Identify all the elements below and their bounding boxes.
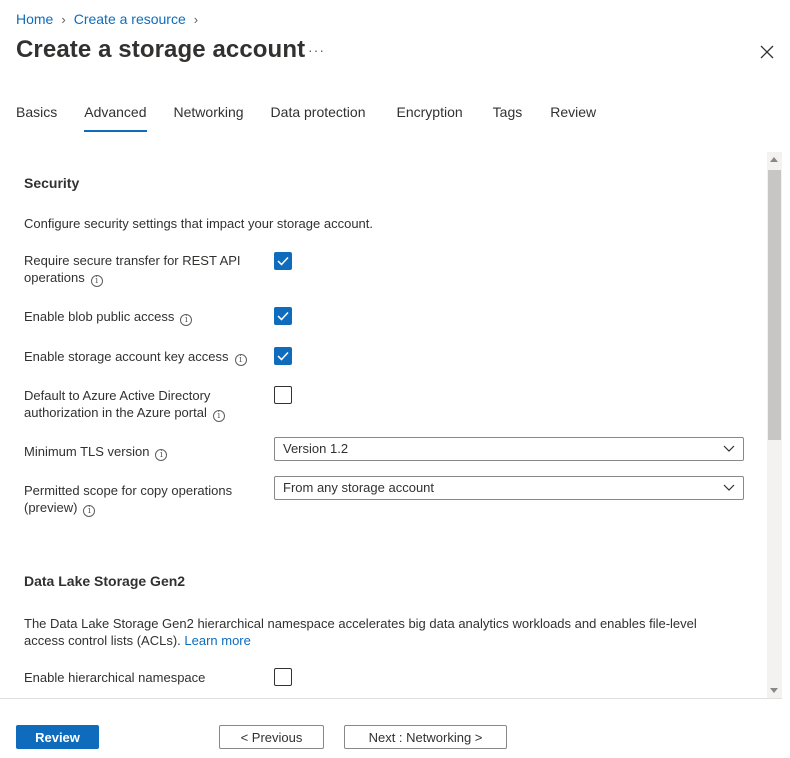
tab-review[interactable]: Review xyxy=(550,104,596,132)
learn-more-link[interactable]: Learn more xyxy=(184,633,250,648)
security-section-title: Security xyxy=(24,175,80,191)
tab-advanced[interactable]: Advanced xyxy=(84,104,147,132)
tab-encryption[interactable]: Encryption xyxy=(397,104,463,132)
tab-tags[interactable]: Tags xyxy=(493,104,523,132)
info-icon[interactable]: i xyxy=(212,410,225,422)
hns-label: Enable hierarchical namespace xyxy=(24,670,206,685)
tab-bar: Basics Advanced Networking Data protecti… xyxy=(16,104,623,132)
tls-version-label: Minimum TLS version i xyxy=(24,443,254,461)
aad-default-checkbox[interactable] xyxy=(274,386,292,404)
info-icon[interactable]: i xyxy=(234,354,247,366)
datalake-description: The Data Lake Storage Gen2 hierarchical … xyxy=(24,616,697,648)
checkmark-icon xyxy=(277,256,289,266)
tab-data-protection[interactable]: Data protection xyxy=(271,104,366,132)
key-access-checkbox[interactable] xyxy=(274,347,292,365)
close-icon[interactable] xyxy=(757,42,777,62)
previous-button[interactable]: < Previous xyxy=(219,725,324,749)
scroll-down-icon[interactable] xyxy=(770,688,778,693)
form-content: Security Configure security settings tha… xyxy=(0,152,768,698)
secure-transfer-checkbox[interactable] xyxy=(274,252,292,270)
aad-default-label: Default to Azure Active Directory author… xyxy=(24,387,239,422)
vertical-scrollbar[interactable] xyxy=(767,152,782,698)
copy-scope-dropdown[interactable]: From any storage account xyxy=(274,476,744,500)
footer-divider xyxy=(0,698,782,699)
secure-transfer-label: Require secure transfer for REST API ope… xyxy=(24,253,241,287)
scroll-thumb[interactable] xyxy=(768,170,781,440)
copy-scope-value: From any storage account xyxy=(283,480,435,495)
tab-basics[interactable]: Basics xyxy=(16,104,57,132)
next-networking-button[interactable]: Next : Networking > xyxy=(344,725,507,749)
info-icon[interactable]: i xyxy=(155,449,168,461)
security-description: Configure security settings that impact … xyxy=(24,216,374,231)
chevron-right-icon: › xyxy=(61,11,66,27)
copy-scope-label: Permitted scope for copy operations (pre… xyxy=(24,483,233,517)
key-access-label: Enable storage account key access i xyxy=(24,348,264,366)
tls-version-dropdown[interactable]: Version 1.2 xyxy=(274,437,744,461)
info-icon[interactable]: i xyxy=(90,275,103,287)
info-icon[interactable]: i xyxy=(180,314,193,326)
chevron-down-icon xyxy=(723,445,735,452)
info-icon[interactable]: i xyxy=(83,505,96,517)
hns-checkbox[interactable] xyxy=(274,668,292,686)
breadcrumb-home-link[interactable]: Home xyxy=(16,11,53,27)
review-button[interactable]: Review xyxy=(16,725,99,749)
tls-version-value: Version 1.2 xyxy=(283,441,349,456)
blob-public-access-checkbox[interactable] xyxy=(274,307,292,325)
checkmark-icon xyxy=(277,351,289,361)
scroll-up-icon[interactable] xyxy=(770,157,778,162)
chevron-down-icon xyxy=(723,484,735,491)
page-title: Create a storage account xyxy=(16,36,306,63)
more-icon[interactable]: ··· xyxy=(308,42,325,58)
datalake-section-title: Data Lake Storage Gen2 xyxy=(24,573,186,589)
chevron-right-icon: › xyxy=(193,11,199,27)
tab-networking[interactable]: Networking xyxy=(174,104,244,132)
checkmark-icon xyxy=(277,311,289,321)
breadcrumb-create-resource-link[interactable]: Create a resource xyxy=(74,11,186,27)
breadcrumb: Home › Create a resource › xyxy=(16,11,206,27)
blob-public-access-label: Enable blob public access i xyxy=(24,308,254,326)
